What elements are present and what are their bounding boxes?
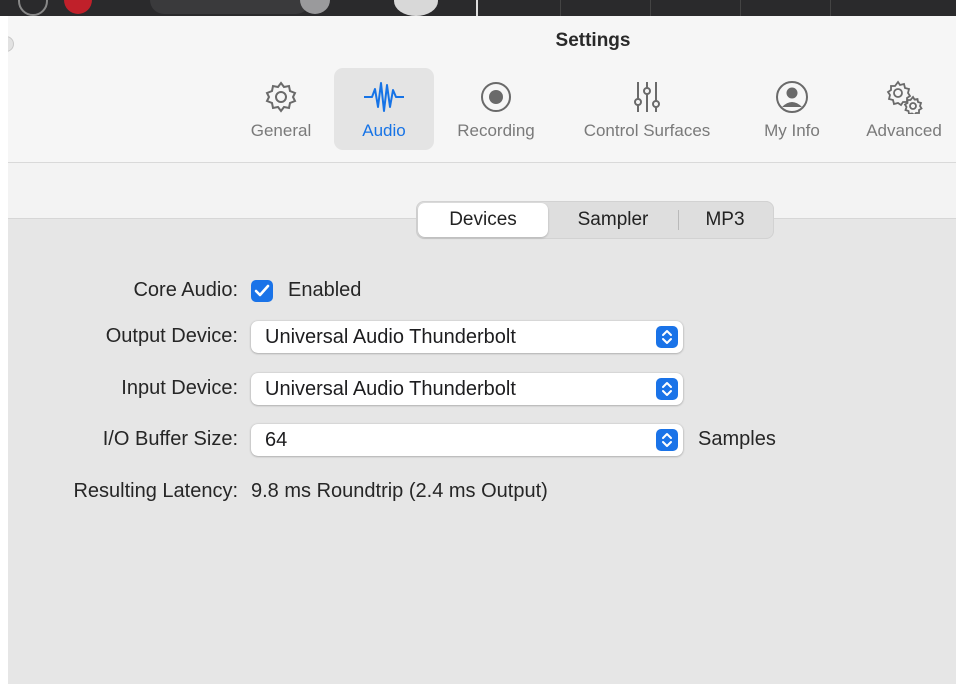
background-knob [18,0,48,16]
toolbar-label: Control Surfaces [583,121,711,140]
tab-sampler[interactable]: Sampler [548,203,678,237]
window-title: Settings [555,30,631,51]
toolbar-label: Audio [362,121,406,140]
toolbar-advanced[interactable]: Advanced [852,68,956,150]
tab-devices[interactable]: Devices [418,203,548,237]
background-knob-2 [300,0,330,14]
background-divider [830,0,831,16]
toolbar-general[interactable]: General [234,68,328,150]
record-icon [479,77,513,117]
buffer-size-unit: Samples [698,428,776,450]
input-device-label: Input Device: [121,377,238,399]
toolbar-label: Advanced [866,121,942,140]
tab-mp3[interactable]: MP3 [679,203,771,237]
latency-value: 9.8 ms Roundtrip (2.4 ms Output) [251,480,548,502]
output-device-select[interactable]: Universal Audio Thunderbolt [251,321,683,353]
chevron-up-down-icon [656,429,678,451]
background-divider [650,0,651,16]
device-tabs: Devices Sampler MP3 [416,201,774,239]
toolbar-audio[interactable]: Audio [334,68,434,150]
input-device-select[interactable]: Universal Audio Thunderbolt [251,373,683,405]
output-device-label: Output Device: [105,325,238,347]
background-slider [150,0,310,14]
toolbar-recording[interactable]: Recording [444,68,548,150]
waveform-icon [363,77,405,117]
toolbar-control-surfaces[interactable]: Control Surfaces [564,68,730,150]
gears-icon [884,77,924,117]
window-titlebar: Settings General Audio Recording Control… [8,16,956,163]
background-divider [476,0,478,16]
toolbar-my-info[interactable]: My Info [750,68,834,150]
checkmark-icon [254,284,270,297]
latency-label: Resulting Latency: [73,480,238,502]
gear-icon [264,77,298,117]
output-device-value: Universal Audio Thunderbolt [265,326,516,348]
person-circle-icon [775,77,809,117]
chevron-up-down-icon [656,326,678,348]
background-divider [560,0,561,16]
chevron-up-down-icon [656,378,678,400]
background-record-knob [64,0,92,14]
toolbar-label: General [250,121,312,140]
core-audio-enabled-label: Enabled [288,279,362,301]
input-device-value: Universal Audio Thunderbolt [265,378,516,400]
background-knob-3 [394,0,438,16]
toolbar-label: My Info [764,121,820,140]
toolbar-label: Recording [457,121,535,140]
core-audio-label: Core Audio: [133,279,238,301]
settings-window: Settings General Audio Recording Control… [8,16,956,684]
buffer-size-label: I/O Buffer Size: [102,428,238,450]
background-app-strip [0,0,956,16]
buffer-size-select[interactable]: 64 [251,424,683,456]
background-divider [740,0,741,16]
core-audio-checkbox[interactable] [251,280,273,302]
buffer-size-value: 64 [265,429,288,451]
sliders-icon [632,77,662,117]
